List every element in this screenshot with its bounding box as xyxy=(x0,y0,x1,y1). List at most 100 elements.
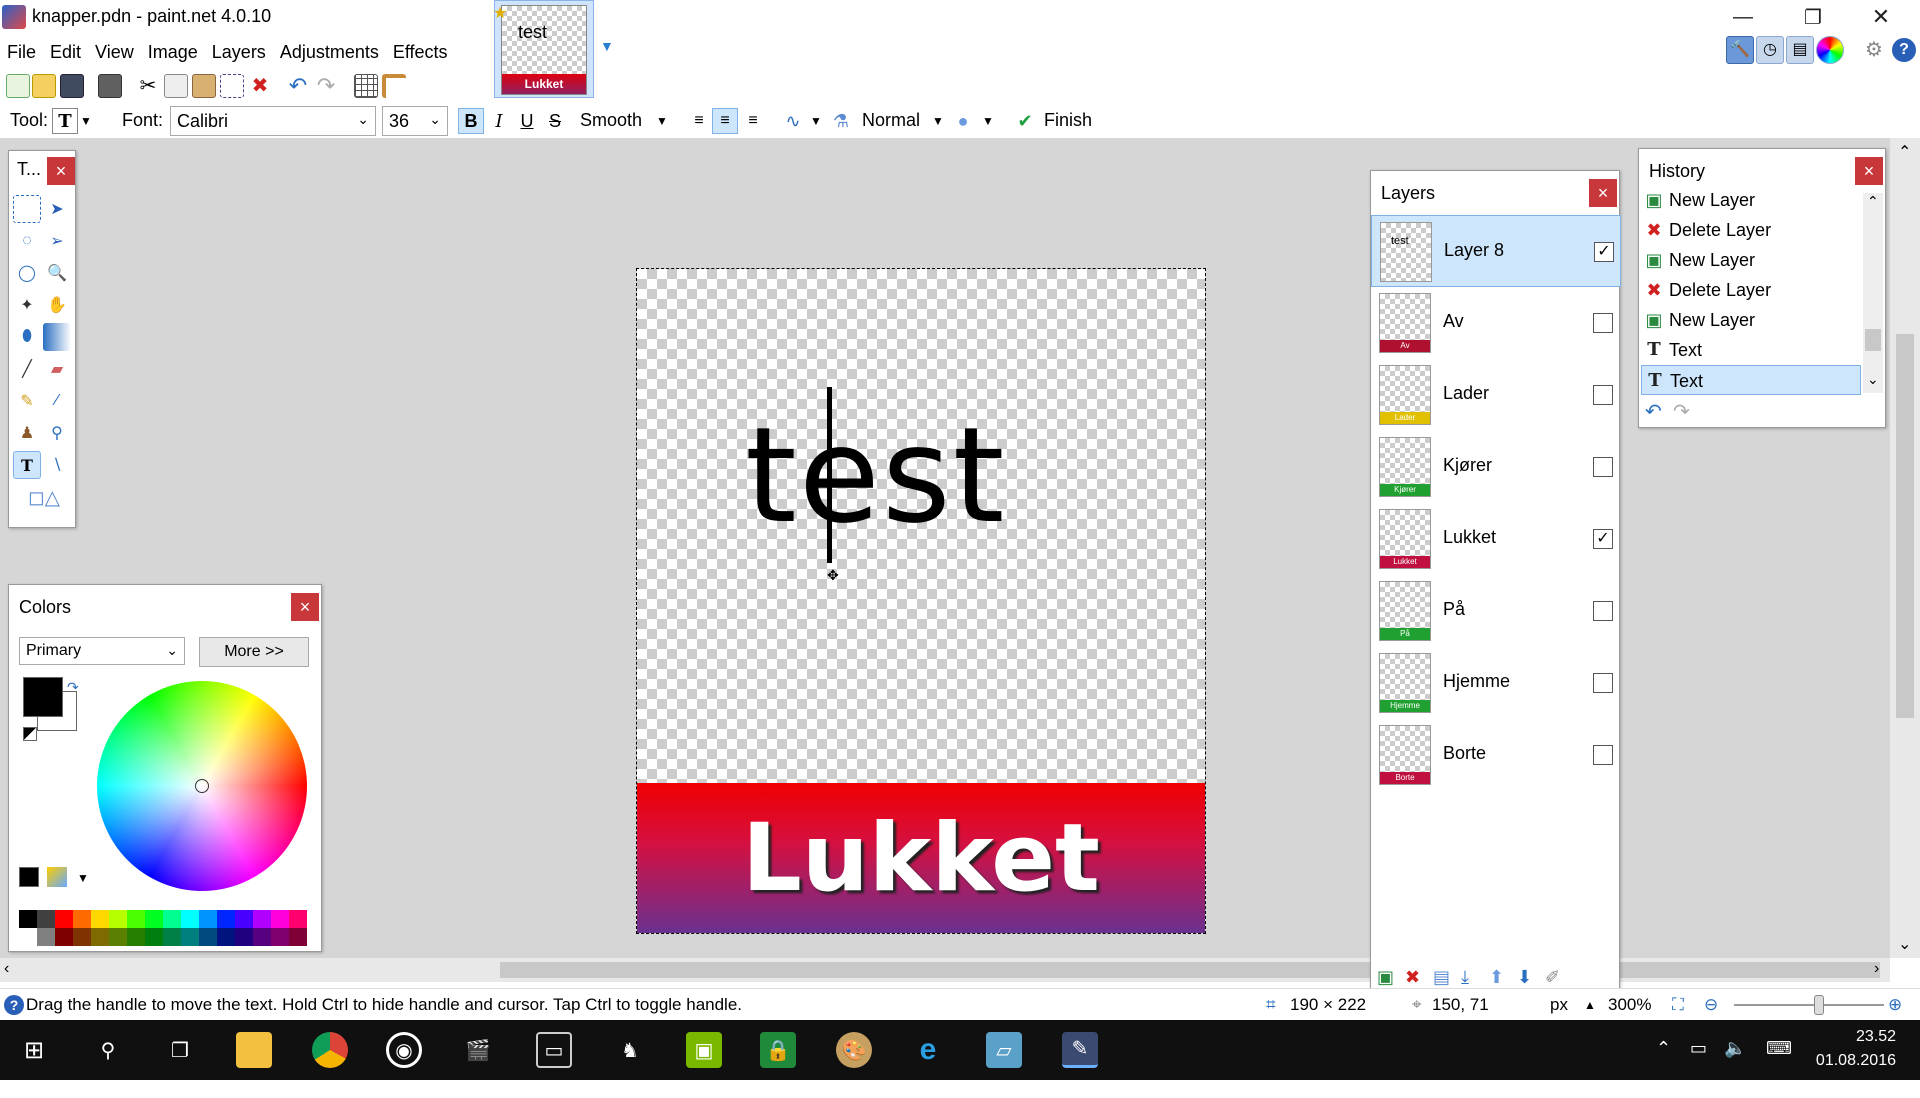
history-item[interactable]: ✖ Delete Layer xyxy=(1641,215,1861,245)
history-item[interactable]: T Text xyxy=(1641,335,1861,365)
paint-bucket-icon[interactable]: ⬮ xyxy=(13,323,41,351)
vmware-icon[interactable]: ▣ xyxy=(686,1032,722,1068)
antialias-select[interactable]: Smooth xyxy=(580,110,642,131)
palette-swatch[interactable] xyxy=(91,928,109,946)
align-right-icon[interactable]: ≡ xyxy=(740,108,766,134)
text-tool-icon[interactable]: T xyxy=(13,451,41,479)
paintnet-taskbar-icon[interactable]: ✎ xyxy=(1062,1032,1098,1068)
video-editor-icon[interactable]: 🎬 xyxy=(460,1032,496,1068)
horizontal-scroll-thumb[interactable] xyxy=(500,962,1880,978)
zoom-icon[interactable]: 🔍 xyxy=(43,259,71,287)
add-layer-icon[interactable]: ▣ xyxy=(1377,967,1394,988)
clone-stamp-icon[interactable]: ♟ xyxy=(13,419,41,447)
media-player-icon[interactable]: ◉ xyxy=(386,1032,422,1068)
palette-swatch[interactable] xyxy=(253,928,271,946)
lasso-select-icon[interactable]: ◌ xyxy=(13,227,41,255)
notes-app-icon[interactable]: ▱ xyxy=(986,1032,1022,1068)
chrome-icon[interactable] xyxy=(312,1032,348,1068)
vertical-scrollbar[interactable]: ⌃ ⌄ xyxy=(1890,138,1920,958)
menu-image[interactable]: Image xyxy=(141,36,205,69)
tools-toggle-icon[interactable]: 🔨 xyxy=(1726,36,1754,64)
layer-row[interactable]: Hjemme Hjemme xyxy=(1371,647,1621,719)
reset-colors-icon[interactable] xyxy=(23,727,37,741)
print-icon[interactable] xyxy=(98,74,122,98)
palette-swatch[interactable] xyxy=(253,910,271,928)
palette-swatch[interactable] xyxy=(91,910,109,928)
more-colors-button[interactable]: More >> xyxy=(199,637,309,667)
undo-icon[interactable]: ↶ xyxy=(286,74,310,98)
palette-swatch[interactable] xyxy=(289,928,307,946)
copy-icon[interactable] xyxy=(164,74,188,98)
cut-icon[interactable]: ✂ xyxy=(136,74,160,98)
zoom-in-icon[interactable]: ⊕ xyxy=(1888,995,1902,1015)
layer-visibility-checkbox[interactable] xyxy=(1593,673,1613,693)
internet-explorer-icon[interactable]: e xyxy=(910,1032,946,1068)
history-scroll-thumb[interactable] xyxy=(1865,329,1881,351)
palette-swatch[interactable] xyxy=(217,910,235,928)
colors-toggle-icon[interactable] xyxy=(1816,36,1844,64)
search-icon[interactable]: ⚲ xyxy=(90,1032,126,1068)
layers-panel-close-icon[interactable]: × xyxy=(1589,179,1617,207)
history-item[interactable]: T Text xyxy=(1641,365,1861,395)
zoom-out-icon[interactable]: ⊖ xyxy=(1704,995,1718,1015)
layer-row[interactable]: Av Av xyxy=(1371,287,1621,359)
minimize-button[interactable]: — xyxy=(1712,0,1774,34)
layer-row[interactable]: Lader Lader xyxy=(1371,359,1621,431)
palette-menu-icon[interactable] xyxy=(47,867,67,887)
finish-check-icon[interactable]: ✔ xyxy=(1012,108,1038,134)
palette-swatch[interactable] xyxy=(199,910,217,928)
deselect-icon[interactable]: ✖ xyxy=(248,74,272,98)
palette-swatch[interactable] xyxy=(271,910,289,928)
palette-swatch[interactable] xyxy=(199,928,217,946)
palette-swatch[interactable] xyxy=(109,928,127,946)
history-redo-icon[interactable]: ↷ xyxy=(1673,399,1690,424)
align-left-icon[interactable]: ≡ xyxy=(686,108,712,134)
pan-hand-icon[interactable]: ✋ xyxy=(43,291,71,319)
paintbrush-icon[interactable]: ╱ xyxy=(13,355,41,383)
palette-swatch[interactable] xyxy=(127,928,145,946)
rendering-dropdown-icon[interactable]: ▼ xyxy=(810,114,822,128)
history-item[interactable]: ▣ New Layer xyxy=(1641,305,1861,335)
help-icon[interactable]: ? xyxy=(1892,38,1916,62)
history-item[interactable]: ✖ Delete Layer xyxy=(1641,275,1861,305)
layers-toggle-icon[interactable]: ▤ xyxy=(1786,36,1814,64)
layer-row[interactable]: På På xyxy=(1371,575,1621,647)
current-tool-text-icon[interactable]: T xyxy=(52,108,78,134)
volume-icon[interactable]: 🔈 xyxy=(1724,1038,1746,1059)
palette-swatch[interactable] xyxy=(73,928,91,946)
font-size-select[interactable]: 36 ⌄ xyxy=(382,106,448,136)
palette-swatch[interactable] xyxy=(235,928,253,946)
history-toggle-icon[interactable]: ◷ xyxy=(1756,36,1784,64)
merge-layer-down-icon[interactable]: ⤓ xyxy=(1461,967,1469,988)
blend-dropdown-icon[interactable]: ▼ xyxy=(932,114,944,128)
layer-visibility-checkbox[interactable] xyxy=(1593,745,1613,765)
layer-visibility-checkbox[interactable] xyxy=(1593,457,1613,477)
menu-effects[interactable]: Effects xyxy=(386,36,455,69)
keyboard-icon[interactable]: ⌨ xyxy=(1766,1038,1792,1059)
gradient-icon[interactable] xyxy=(43,323,71,351)
swap-colors-icon[interactable]: ↷ xyxy=(67,679,79,696)
colors-panel-close-icon[interactable]: × xyxy=(291,593,319,621)
strikethrough-button[interactable]: S xyxy=(542,108,568,134)
shapes-icon[interactable]: ◻△ xyxy=(19,483,69,511)
move-handle-icon[interactable]: ✥ xyxy=(827,567,839,584)
zoom-level[interactable]: 300% xyxy=(1608,995,1651,1015)
palette-swatch[interactable] xyxy=(181,910,199,928)
rulers-icon[interactable] xyxy=(382,74,406,98)
color-wheel[interactable] xyxy=(97,681,307,891)
network-icon[interactable]: ▭ xyxy=(1690,1038,1707,1059)
save-icon[interactable] xyxy=(60,74,84,98)
layer-visibility-checkbox[interactable]: ✓ xyxy=(1594,242,1614,262)
magic-wand-icon[interactable]: ✦ xyxy=(13,291,41,319)
palette-swatch[interactable] xyxy=(127,910,145,928)
add-palette-color-icon[interactable] xyxy=(19,867,39,887)
layer-visibility-checkbox[interactable]: ✓ xyxy=(1593,529,1613,549)
delete-layer-icon[interactable]: ✖ xyxy=(1405,967,1420,988)
tool-dropdown-icon[interactable]: ▼ xyxy=(80,114,92,128)
gear-icon[interactable]: ⚙ xyxy=(1862,38,1886,62)
palette-swatch[interactable] xyxy=(55,928,73,946)
layer-visibility-checkbox[interactable] xyxy=(1593,601,1613,621)
menu-view[interactable]: View xyxy=(88,36,141,69)
layer-visibility-checkbox[interactable] xyxy=(1593,385,1613,405)
bold-button[interactable]: B xyxy=(458,108,484,134)
